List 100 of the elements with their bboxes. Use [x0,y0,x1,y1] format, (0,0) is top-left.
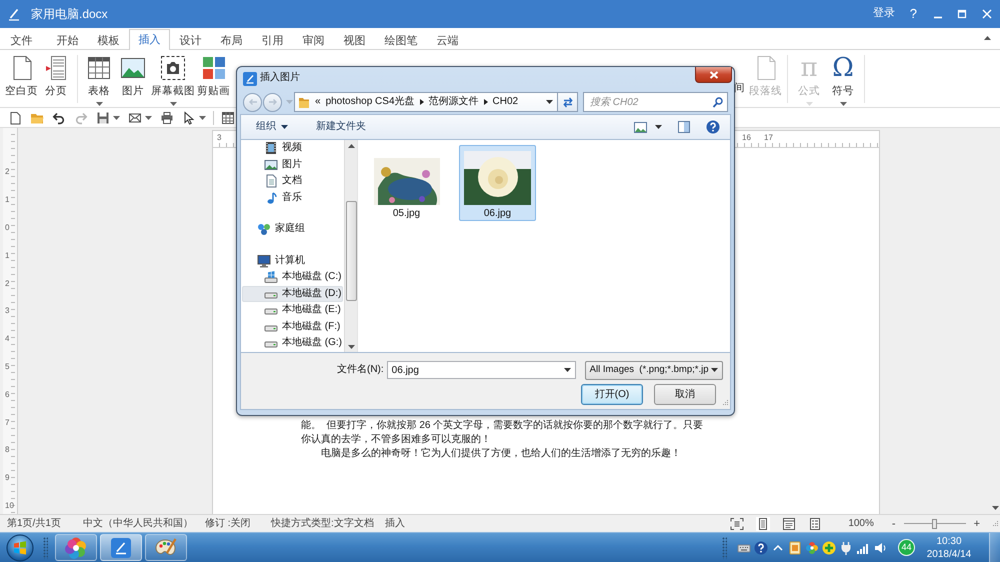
search-icon[interactable] [712,96,723,108]
caret-icon[interactable] [564,368,571,372]
camera-icon [159,54,187,82]
ribbon-tab[interactable]: 绘图笔 [375,30,427,50]
nav-item[interactable]: 家庭组 [242,221,343,238]
file-item[interactable]: 05.jpg [368,145,445,221]
plug-icon[interactable] [839,540,853,554]
pinwheel-icon[interactable] [805,540,819,554]
ribbon-tab[interactable]: 云端 [427,30,468,50]
toolbar-button[interactable]: 新建文件夹 [313,121,369,133]
caret-icon[interactable] [199,116,206,120]
taskbar-button[interactable] [55,534,97,561]
dialog-button[interactable]: 取消 [654,384,716,405]
file-name-field[interactable]: 06.jpg [386,361,576,379]
zoom-in-button[interactable]: + [972,518,982,530]
ribbon-button[interactable]: 图片 [116,54,150,97]
ribbon-tab[interactable]: 审阅 [293,30,334,50]
show-desktop-button[interactable] [989,533,1000,562]
zoom-out-button[interactable]: - [890,518,898,530]
nav-item[interactable]: 本地磁盘 (D:) [242,286,343,302]
nav-item[interactable]: 本地磁盘 (C:) [242,269,343,286]
ribbon-tab[interactable]: 开始 [47,30,88,50]
taskbar-button[interactable] [145,534,187,561]
scroll-down-icon[interactable] [348,345,354,349]
ribbon-tab[interactable]: 布局 [211,30,252,50]
preview-pane-icon[interactable] [678,121,690,133]
dialog-button[interactable]: 打开(O) [581,384,643,405]
ribbon-button[interactable]: 空白页 [4,54,39,97]
table-icon[interactable] [221,110,235,124]
ribbon-button[interactable]: 屏幕截图 [150,54,196,106]
nav-item[interactable]: 图片 [242,156,343,173]
nav-item[interactable]: 本地磁盘 (E:) [242,302,343,318]
printer-icon[interactable] [160,110,174,124]
nav-item[interactable]: 计算机 [242,252,343,269]
full-screen-icon[interactable] [730,516,744,530]
sign-in-link[interactable]: 登录 [872,7,895,21]
breadcrumb-overflow[interactable]: « [315,96,321,108]
slider-thumb[interactable] [932,518,937,528]
caret-icon[interactable] [546,100,553,104]
nav-item[interactable]: 视频 [242,140,343,156]
ribbon-button[interactable]: 表格 [82,54,116,106]
help-icon[interactable] [754,540,768,554]
help-button[interactable]: ? [910,6,917,22]
clock-time[interactable]: 10:30 [936,534,962,548]
list-icon[interactable] [808,516,822,530]
ribbon-button[interactable]: Ω 符号 [826,54,860,106]
ribbon-tab[interactable]: 视图 [334,30,375,50]
ruler-number: 6 [5,390,10,400]
breadcrumb[interactable]: 范例源文件 [428,96,479,108]
text-window-icon[interactable] [782,516,796,530]
clock-date[interactable]: 2018/4/14 [926,548,972,560]
text-line: 电脑是多么的神奇呀！它为人们提供了方便，也给人们的生活增添了无穷的乐趣！ [320,447,681,461]
plus-icon[interactable] [822,540,836,554]
scrollbar[interactable] [344,140,357,352]
chevron-icon[interactable] [484,99,488,105]
nav-item[interactable]: 文档 [242,173,343,190]
start-button[interactable] [6,534,34,562]
speaker-icon[interactable] [873,540,887,554]
new-document-icon[interactable] [8,110,22,124]
ribbon-button[interactable]: 间 [734,82,745,94]
cursor-icon[interactable] [182,110,196,124]
undo-icon[interactable] [52,110,66,124]
breadcrumb[interactable]: CH02 [492,96,518,108]
save-icon[interactable] [96,110,110,124]
ribbon-button[interactable]: 分页 [39,54,73,97]
ribbon-button[interactable]: 剪贴画 [196,54,231,97]
picture-icon[interactable] [634,121,647,133]
note-icon[interactable] [788,540,802,554]
chevron-icon[interactable] [420,99,424,105]
close-icon [708,70,718,78]
help-icon[interactable] [706,120,720,134]
nav-item[interactable]: 本地磁盘 (G:) [242,335,343,352]
ribbon-tab[interactable]: 文件 [1,30,42,50]
address-bar[interactable]: « photoshop CS4光盘 范例源文件 CH02 [294,92,558,112]
ribbon-tab[interactable]: 模板 [88,30,129,50]
breadcrumb[interactable]: photoshop CS4光盘 [326,96,415,108]
text-line: 能。 但要打字，你就按那 26 个英文字母，需要数字的话就按你要的那个数字就行了。只要 [301,419,704,433]
nav-item[interactable]: 本地磁盘 (F:) [242,318,343,335]
page-icon[interactable] [756,516,770,530]
close-button[interactable] [695,67,732,83]
ribbon-tab[interactable]: 插入 [129,29,170,50]
scrollbar-thumb[interactable] [346,201,356,301]
taskbar-button[interactable] [100,534,142,561]
close-icon[interactable] [982,9,992,19]
refresh-button[interactable] [558,92,578,112]
caret-icon[interactable] [145,116,152,120]
nav-item[interactable]: 音乐 [242,190,343,206]
caret-icon[interactable] [113,116,120,120]
arrow-right-icon [268,98,278,106]
restore-icon[interactable] [957,9,967,19]
scroll-down-icon[interactable] [992,506,998,510]
search-field[interactable]: 搜索 CH02 [583,92,728,112]
ribbon-tab[interactable]: 设计 [170,30,211,50]
file-type-dropdown[interactable]: All Images (*.png;*.bmp;*.jp [584,360,723,380]
file-item[interactable]: 06.jpg [459,145,536,221]
status-text: 中文（中华人民共和国） [83,518,193,528]
toolbar-button[interactable]: 组织 [253,121,291,133]
envelope-icon[interactable] [128,110,142,124]
ribbon-tab[interactable]: 引用 [252,30,293,50]
collapse-icon[interactable] [984,36,991,40]
